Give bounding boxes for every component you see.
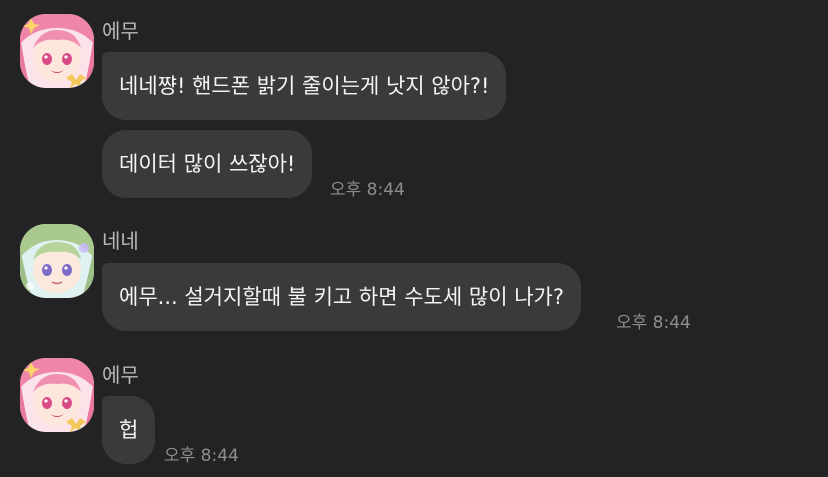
- message-time: 오후 8:44: [164, 446, 239, 466]
- emu-avatar-icon: [20, 358, 94, 432]
- avatar[interactable]: [20, 358, 94, 432]
- message-group: 에무 헙 오후 8:44: [0, 0, 828, 477]
- sender-name: 에무: [102, 363, 139, 387]
- message-bubble[interactable]: 헙: [102, 396, 156, 464]
